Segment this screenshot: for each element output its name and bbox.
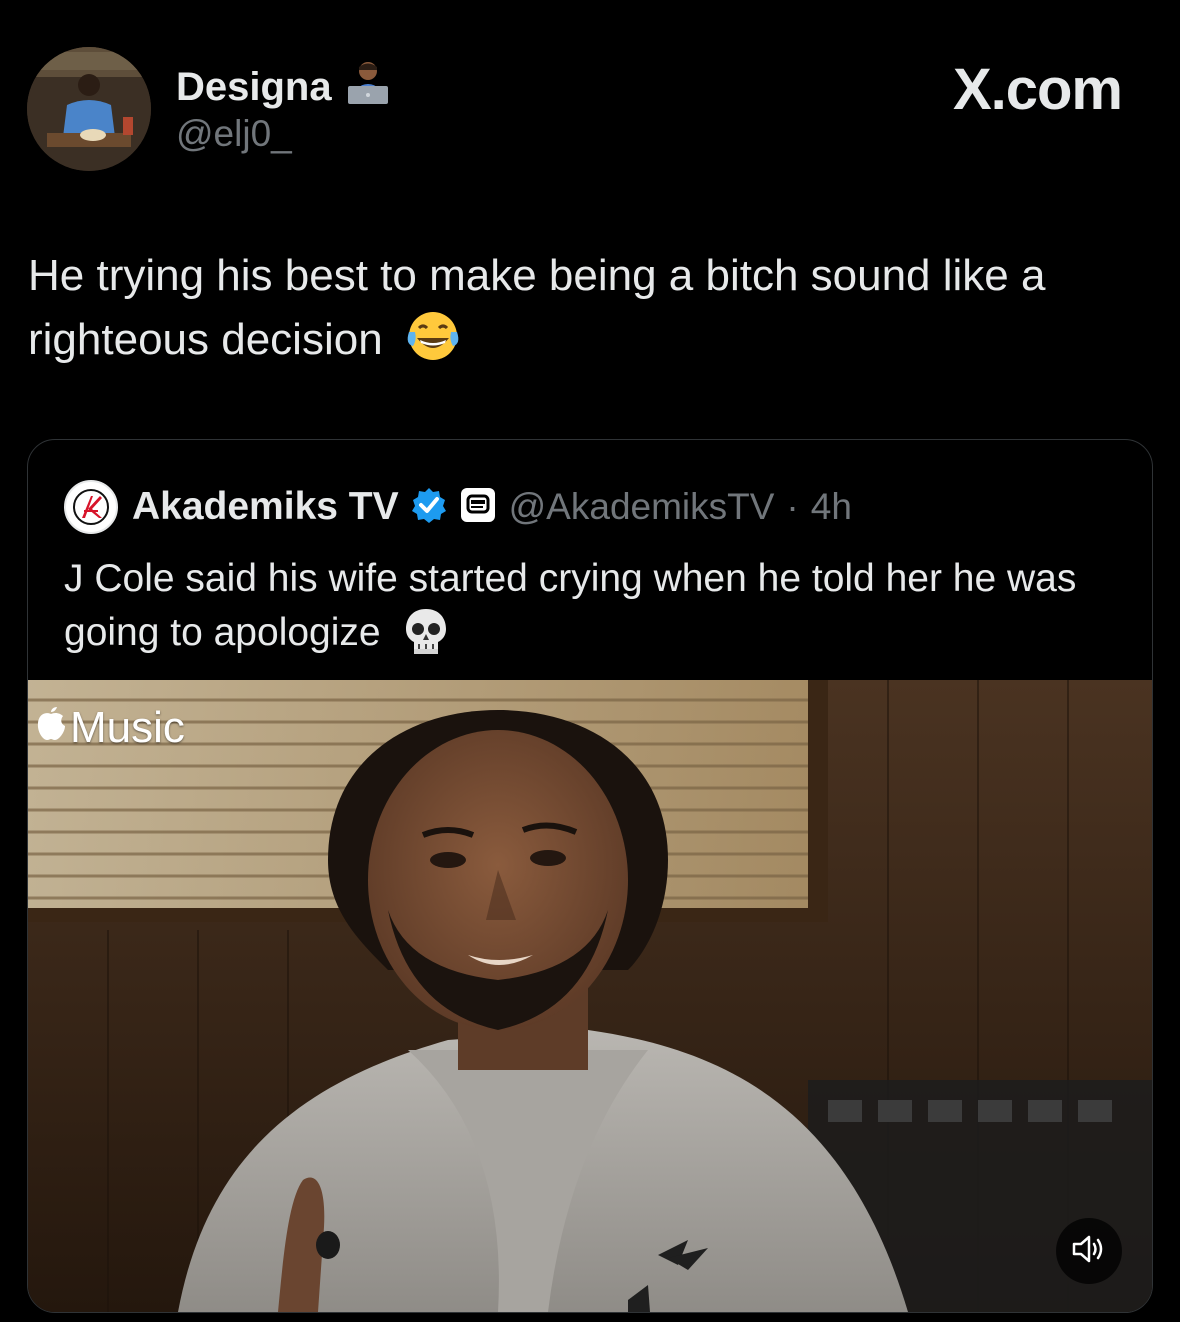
quote-handle[interactable]: @AkademiksTV: [509, 486, 775, 528]
speaker-icon: [1071, 1233, 1107, 1270]
video-frame: [28, 680, 1152, 1312]
tweet-body: He trying his best to make being a bitch…: [28, 251, 1046, 364]
apple-music-watermark: Music: [34, 702, 185, 753]
technologist-icon: [344, 60, 392, 114]
akademiks-logo-icon[interactable]: [64, 480, 118, 534]
site-label: X.com: [952, 57, 1123, 122]
author-avatar[interactable]: [27, 47, 151, 171]
quote-text: J Cole said his wife started crying when…: [64, 552, 1124, 670]
verified-badge-icon: [409, 485, 449, 530]
author-display-name[interactable]: Designa: [176, 65, 332, 110]
mute-button[interactable]: [1056, 1218, 1122, 1284]
watermark-text: Music: [70, 702, 185, 752]
quote-timestamp[interactable]: 4h: [811, 486, 852, 528]
video-player[interactable]: Music: [28, 680, 1152, 1312]
quote-display-name[interactable]: Akademiks TV: [132, 485, 399, 529]
tweet-text: He trying his best to make being a bitch…: [28, 244, 1158, 380]
quote-body: J Cole said his wife started crying when…: [64, 557, 1077, 654]
laughing-tears-icon: [405, 310, 461, 380]
affiliate-badge-icon: [459, 486, 497, 529]
quoted-tweet-card[interactable]: Akademiks TV @AkademiksTV · 4h J Cole sa…: [27, 439, 1153, 1313]
author-handle[interactable]: @elj0_: [176, 113, 292, 155]
author-name-row: Designa: [176, 60, 392, 114]
quote-separator: ·: [786, 486, 799, 527]
skull-icon: [403, 607, 449, 670]
avatar-image: [27, 47, 151, 171]
apple-icon: [34, 702, 68, 753]
quote-header: Akademiks TV @AkademiksTV · 4h: [64, 480, 852, 534]
